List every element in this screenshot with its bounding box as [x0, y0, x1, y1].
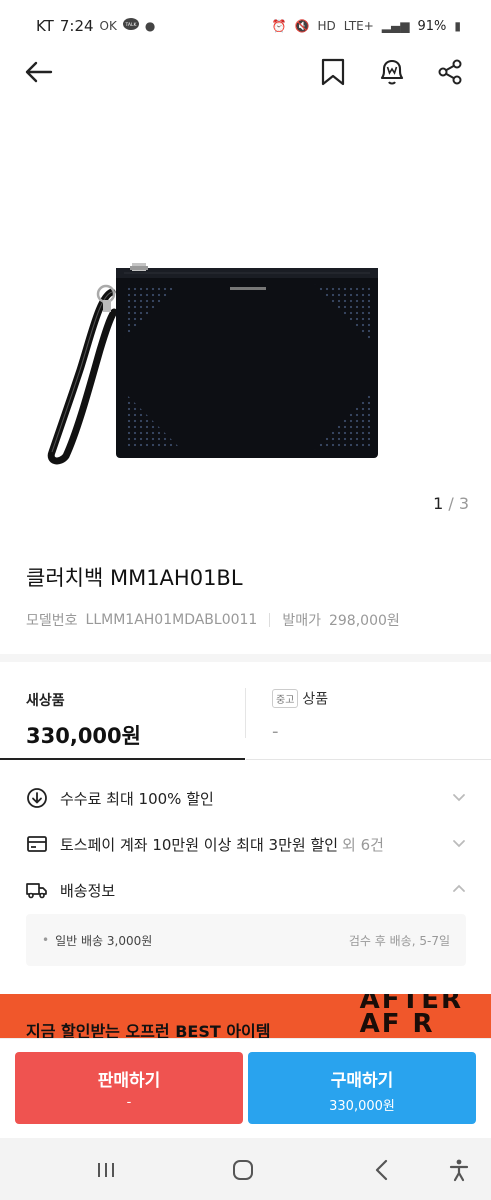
clutch-bag-image: [47, 263, 378, 465]
talk-icon: TALK: [122, 17, 139, 35]
tab-new-product[interactable]: 새상품 330,000원: [0, 662, 245, 760]
product-image[interactable]: [0, 100, 491, 530]
truck-icon: [26, 879, 48, 901]
banner-art-line2: AF R: [359, 1009, 435, 1038]
home-button[interactable]: [229, 1156, 257, 1184]
notify-button[interactable]: [374, 54, 410, 90]
benefit-extra: 외 6건: [342, 835, 384, 854]
battery-icon: ▮: [454, 19, 461, 33]
used-product-label: 상품: [302, 691, 329, 708]
card-icon: [26, 833, 48, 855]
share-button[interactable]: [432, 54, 468, 90]
image-total: 3: [458, 494, 469, 513]
new-product-label: 새상품: [26, 693, 65, 709]
buy-button-price: 330,000원: [329, 1099, 395, 1114]
accessibility-icon: [449, 1159, 469, 1182]
battery-text: 91%: [417, 18, 447, 34]
shipping-info-toggle[interactable]: 배송정보: [0, 868, 491, 912]
dot-icon: ●: [144, 19, 156, 33]
tab-used-product[interactable]: 중고 상품 -: [246, 662, 491, 760]
bookmark-button[interactable]: [315, 54, 351, 90]
image-separator: /: [443, 494, 459, 513]
mute-icon: 🔇: [294, 19, 310, 33]
carrier-text: KT: [36, 17, 54, 35]
lte-indicator: LTE+: [343, 19, 374, 33]
alarm-icon: ⏰: [271, 19, 287, 33]
talk-text: TALK: [124, 22, 137, 28]
back-nav-button[interactable]: [368, 1156, 396, 1184]
system-nav-bar: [0, 1138, 491, 1200]
section-divider: [0, 654, 491, 662]
banner-text: 지금 할인받는 오프런 BEST 아이템: [26, 1022, 271, 1038]
arrow-left-icon: [25, 61, 53, 83]
release-label: 발매가: [282, 613, 321, 629]
chevron-up-icon: [451, 881, 467, 901]
image-counter: 1 / 3: [433, 494, 469, 513]
used-product-price: -: [272, 720, 279, 742]
image-index: 1: [433, 494, 444, 513]
benefit-tosspay[interactable]: 토스페이 계좌 10만원 이상 최대 3만원 할인 외 6건: [0, 822, 491, 866]
signal-icon: ▂▄▆: [381, 19, 410, 33]
benefit-text: 수수료 최대 100% 할인: [60, 789, 214, 808]
ok-icon: OK: [99, 19, 117, 33]
product-title: 클러치백 MM1AH01BL: [26, 566, 243, 590]
model-value: LLMM1AH01MDABL0011: [85, 612, 258, 628]
bottom-action-bar: 판매하기 - 구매하기 330,000원: [0, 1038, 491, 1138]
bookmark-icon: [321, 58, 345, 86]
benefit-fee-discount[interactable]: 수수료 최대 100% 할인: [0, 776, 491, 820]
chevron-down-icon: [451, 835, 467, 855]
clock-text: 7:24: [59, 17, 94, 35]
sell-button-label: 판매하기: [97, 1071, 161, 1091]
buy-button[interactable]: 구매하기 330,000원: [248, 1052, 476, 1124]
benefit-text: 배송정보: [60, 881, 116, 900]
app-bar: [0, 52, 491, 92]
shipping-fee-text: 일반 배송 3,000원: [55, 933, 153, 948]
new-product-price: 330,000원: [26, 724, 141, 748]
used-badge: 중고: [272, 689, 299, 708]
shipping-detail: • 일반 배송 3,000원 검수 후 배송, 5-7일: [26, 914, 466, 966]
benefit-text: 토스페이 계좌 10만원 이상 최대 3만원 할인: [60, 835, 339, 854]
recent-apps-button[interactable]: [92, 1156, 120, 1184]
hd-icon: HD: [317, 19, 336, 33]
recent-apps-icon: [98, 1163, 114, 1177]
back-nav-icon: [375, 1159, 388, 1181]
home-icon: [233, 1160, 253, 1180]
status-bar: KT 7:24 OK TALK ● ⏰ 🔇 HD LTE+ ▂▄▆ 91% ▮: [0, 0, 491, 52]
back-button[interactable]: [20, 54, 56, 90]
chevron-down-icon: [451, 789, 467, 809]
accessibility-button[interactable]: [445, 1156, 473, 1184]
share-icon: [438, 59, 462, 85]
price-tabs: 새상품 330,000원 중고 상품 -: [0, 662, 491, 760]
banner-art: AFTER AF R: [359, 994, 463, 1038]
sell-button[interactable]: 판매하기 -: [15, 1052, 243, 1124]
promo-banner[interactable]: AFTER AF R 지금 할인받는 오프런 BEST 아이템: [0, 994, 491, 1038]
meta-divider: [269, 613, 271, 627]
product-meta: 모델번호 LLMM1AH01MDABL0011 발매가 298,000원: [26, 610, 400, 630]
bell-w-icon: [380, 59, 404, 85]
sell-button-price: -: [126, 1095, 132, 1110]
release-value: 298,000원: [328, 613, 400, 629]
coin-down-icon: [26, 787, 48, 809]
shipping-bullet: •: [42, 933, 50, 947]
model-label: 모델번호: [26, 613, 78, 629]
shipping-schedule: 검수 후 배송, 5-7일: [348, 933, 450, 948]
buy-button-label: 구매하기: [330, 1071, 394, 1091]
